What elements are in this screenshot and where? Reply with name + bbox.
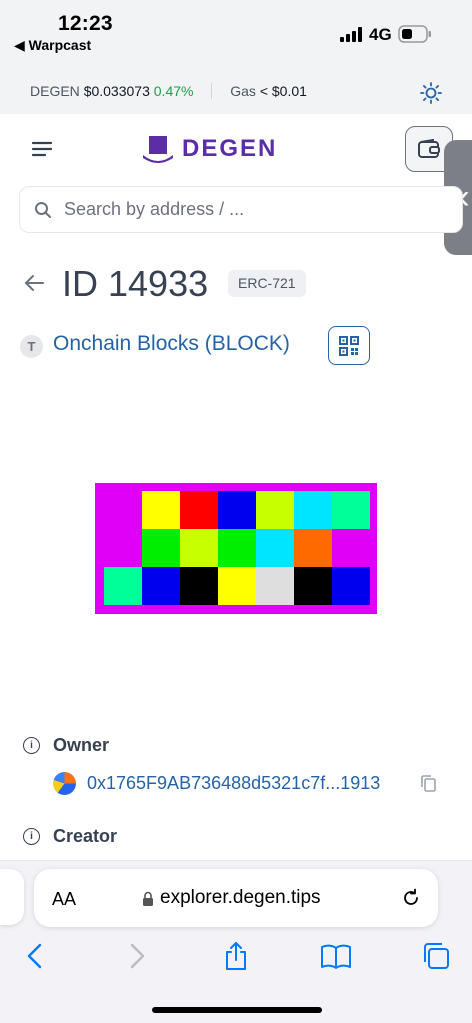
qr-code-icon	[339, 335, 359, 356]
divider	[211, 83, 213, 99]
top-hat-icon	[143, 136, 173, 163]
search-box[interactable]	[19, 186, 463, 233]
sun-icon[interactable]	[420, 82, 442, 104]
wallet-icon	[418, 138, 440, 158]
hamburger-menu-icon[interactable]	[31, 140, 53, 158]
tabs-icon[interactable]	[420, 940, 452, 972]
owner-avatar	[53, 772, 76, 795]
reader-options-button[interactable]: AA	[52, 889, 76, 910]
page-title: ID 14933	[62, 263, 209, 304]
share-icon[interactable]	[220, 940, 252, 972]
nft-image[interactable]	[95, 483, 377, 614]
collection-link[interactable]: Onchain Blocks (BLOCK)	[53, 332, 290, 356]
reload-icon[interactable]	[401, 888, 421, 908]
token-standard-badge: ERC-721	[228, 270, 306, 297]
nft-pixel-block	[332, 567, 370, 605]
previous-tab-preview[interactable]	[0, 869, 24, 925]
info-icon: i	[23, 828, 40, 845]
creator-label: Creator	[53, 826, 118, 846]
token-symbol: DEGEN	[30, 83, 80, 99]
nft-pixel-block	[294, 529, 332, 567]
nft-pixel-block	[256, 491, 294, 529]
owner-address-link[interactable]: 0x1765F9AB736488d5321c7f...1913	[87, 773, 380, 794]
home-indicator	[152, 1007, 322, 1013]
battery-icon	[398, 25, 431, 43]
nft-pixel-block	[294, 567, 332, 605]
gas-value: < $0.01	[259, 83, 307, 99]
gas-label: Gas	[230, 83, 256, 99]
signal-icon	[340, 27, 362, 42]
info-icon: i	[23, 737, 40, 754]
nft-pixel-block	[218, 491, 256, 529]
search-input[interactable]	[64, 199, 424, 220]
logo-text: DEGEN	[182, 135, 278, 162]
network-type: 4G	[369, 25, 392, 44]
back-arrow-icon[interactable]	[23, 273, 45, 293]
back-icon[interactable]	[20, 940, 52, 972]
price-change: 0.47%	[153, 83, 194, 99]
token-price: $0.033073	[83, 83, 150, 99]
nft-pixel-block	[104, 567, 142, 605]
nft-pixel-block	[180, 491, 218, 529]
owner-label: Owner	[53, 735, 110, 755]
back-to-app-link[interactable]: ◀ Warpcast	[14, 37, 91, 54]
nft-pixel-block	[256, 567, 294, 605]
site-logo[interactable]: DEGEN	[142, 132, 277, 166]
nft-pixel-block	[142, 567, 180, 605]
nft-pixel-block	[142, 491, 180, 529]
nft-pixel-block	[218, 529, 256, 567]
price-ticker: DEGEN $0.033073 0.47% Gas < $0.01	[30, 83, 307, 99]
search-icon	[35, 201, 51, 218]
nft-pixel-block	[142, 529, 180, 567]
bookmarks-icon[interactable]	[320, 940, 352, 972]
forward-icon[interactable]	[120, 940, 152, 972]
qr-code-button[interactable]	[328, 326, 370, 365]
nft-pixel-block	[294, 491, 332, 529]
nft-pixel-block	[180, 529, 218, 567]
collection-avatar: T	[20, 335, 43, 358]
status-time: 12:23	[58, 12, 113, 35]
nft-pixel-block	[218, 567, 256, 605]
nft-pixel-block	[332, 491, 370, 529]
copy-icon[interactable]	[421, 775, 436, 792]
nft-pixel-block	[180, 567, 218, 605]
url-text[interactable]: explorer.degen.tips	[160, 887, 321, 909]
lock-icon	[143, 891, 153, 906]
nft-pixel-block	[256, 529, 294, 567]
